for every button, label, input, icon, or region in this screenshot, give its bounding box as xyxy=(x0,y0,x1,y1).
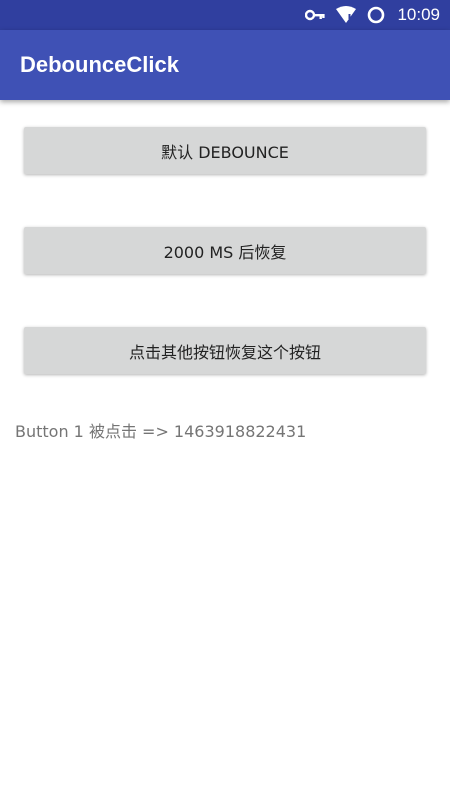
click-log-text: Button 1 被点击 => 1463918822431 xyxy=(15,422,307,441)
restore-after-2000ms-button[interactable]: 2000 MS 后恢复 xyxy=(24,227,426,274)
status-bar: 10:09 xyxy=(0,0,450,30)
status-time: 10:09 xyxy=(397,5,440,24)
key-icon xyxy=(305,9,326,21)
sync-icon xyxy=(367,6,385,24)
app-bar: DebounceClick xyxy=(0,30,450,100)
app-title: DebounceClick xyxy=(20,52,179,77)
restore-by-other-button[interactable]: 点击其他按钮恢复这个按钮 xyxy=(24,327,426,374)
default-debounce-button[interactable]: 默认 DEBOUNCE xyxy=(24,127,426,174)
wifi-icon xyxy=(335,6,357,24)
